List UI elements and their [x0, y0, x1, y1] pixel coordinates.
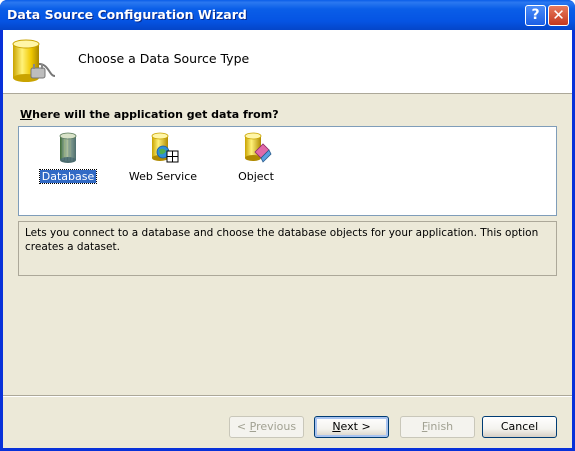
database-plug-icon [12, 39, 56, 82]
web-service-icon [151, 132, 179, 163]
data-source-item-object[interactable]: Object [216, 132, 296, 184]
data-source-item-database[interactable]: Database [28, 132, 108, 184]
help-button[interactable]: ? [525, 5, 546, 26]
data-source-label: Database [38, 169, 98, 184]
previous-button[interactable]: < Previous [229, 416, 304, 438]
data-source-question-label: Where will the application get data from… [20, 108, 279, 121]
page-title: Choose a Data Source Type [78, 51, 250, 66]
finish-button[interactable]: Finish [400, 416, 475, 438]
help-icon: ? [531, 7, 540, 23]
button-area-divider [3, 395, 572, 397]
close-icon: ✕ [552, 6, 565, 24]
title-bar[interactable]: Data Source Configuration Wizard ? ✕ [0, 0, 575, 30]
close-button[interactable]: ✕ [548, 5, 569, 26]
object-icon [244, 132, 272, 163]
data-source-type-list[interactable]: Database Web Service Object [18, 126, 557, 216]
data-source-description: Lets you connect to a database and choos… [18, 221, 557, 276]
data-source-item-web-service[interactable]: Web Service [123, 132, 203, 184]
wizard-header: Choose a Data Source Type [3, 30, 572, 94]
dialog-client-area: Choose a Data Source Type Where will the… [3, 30, 572, 448]
cancel-button[interactable]: Cancel [482, 416, 557, 438]
wizard-window: Data Source Configuration Wizard ? ✕ Cho… [0, 0, 575, 451]
data-source-label: Web Service [128, 170, 198, 183]
next-button[interactable]: Next > [314, 416, 389, 438]
data-source-label: Object [238, 170, 274, 183]
database-icon [59, 132, 77, 163]
window-title: Data Source Configuration Wizard [7, 7, 247, 22]
